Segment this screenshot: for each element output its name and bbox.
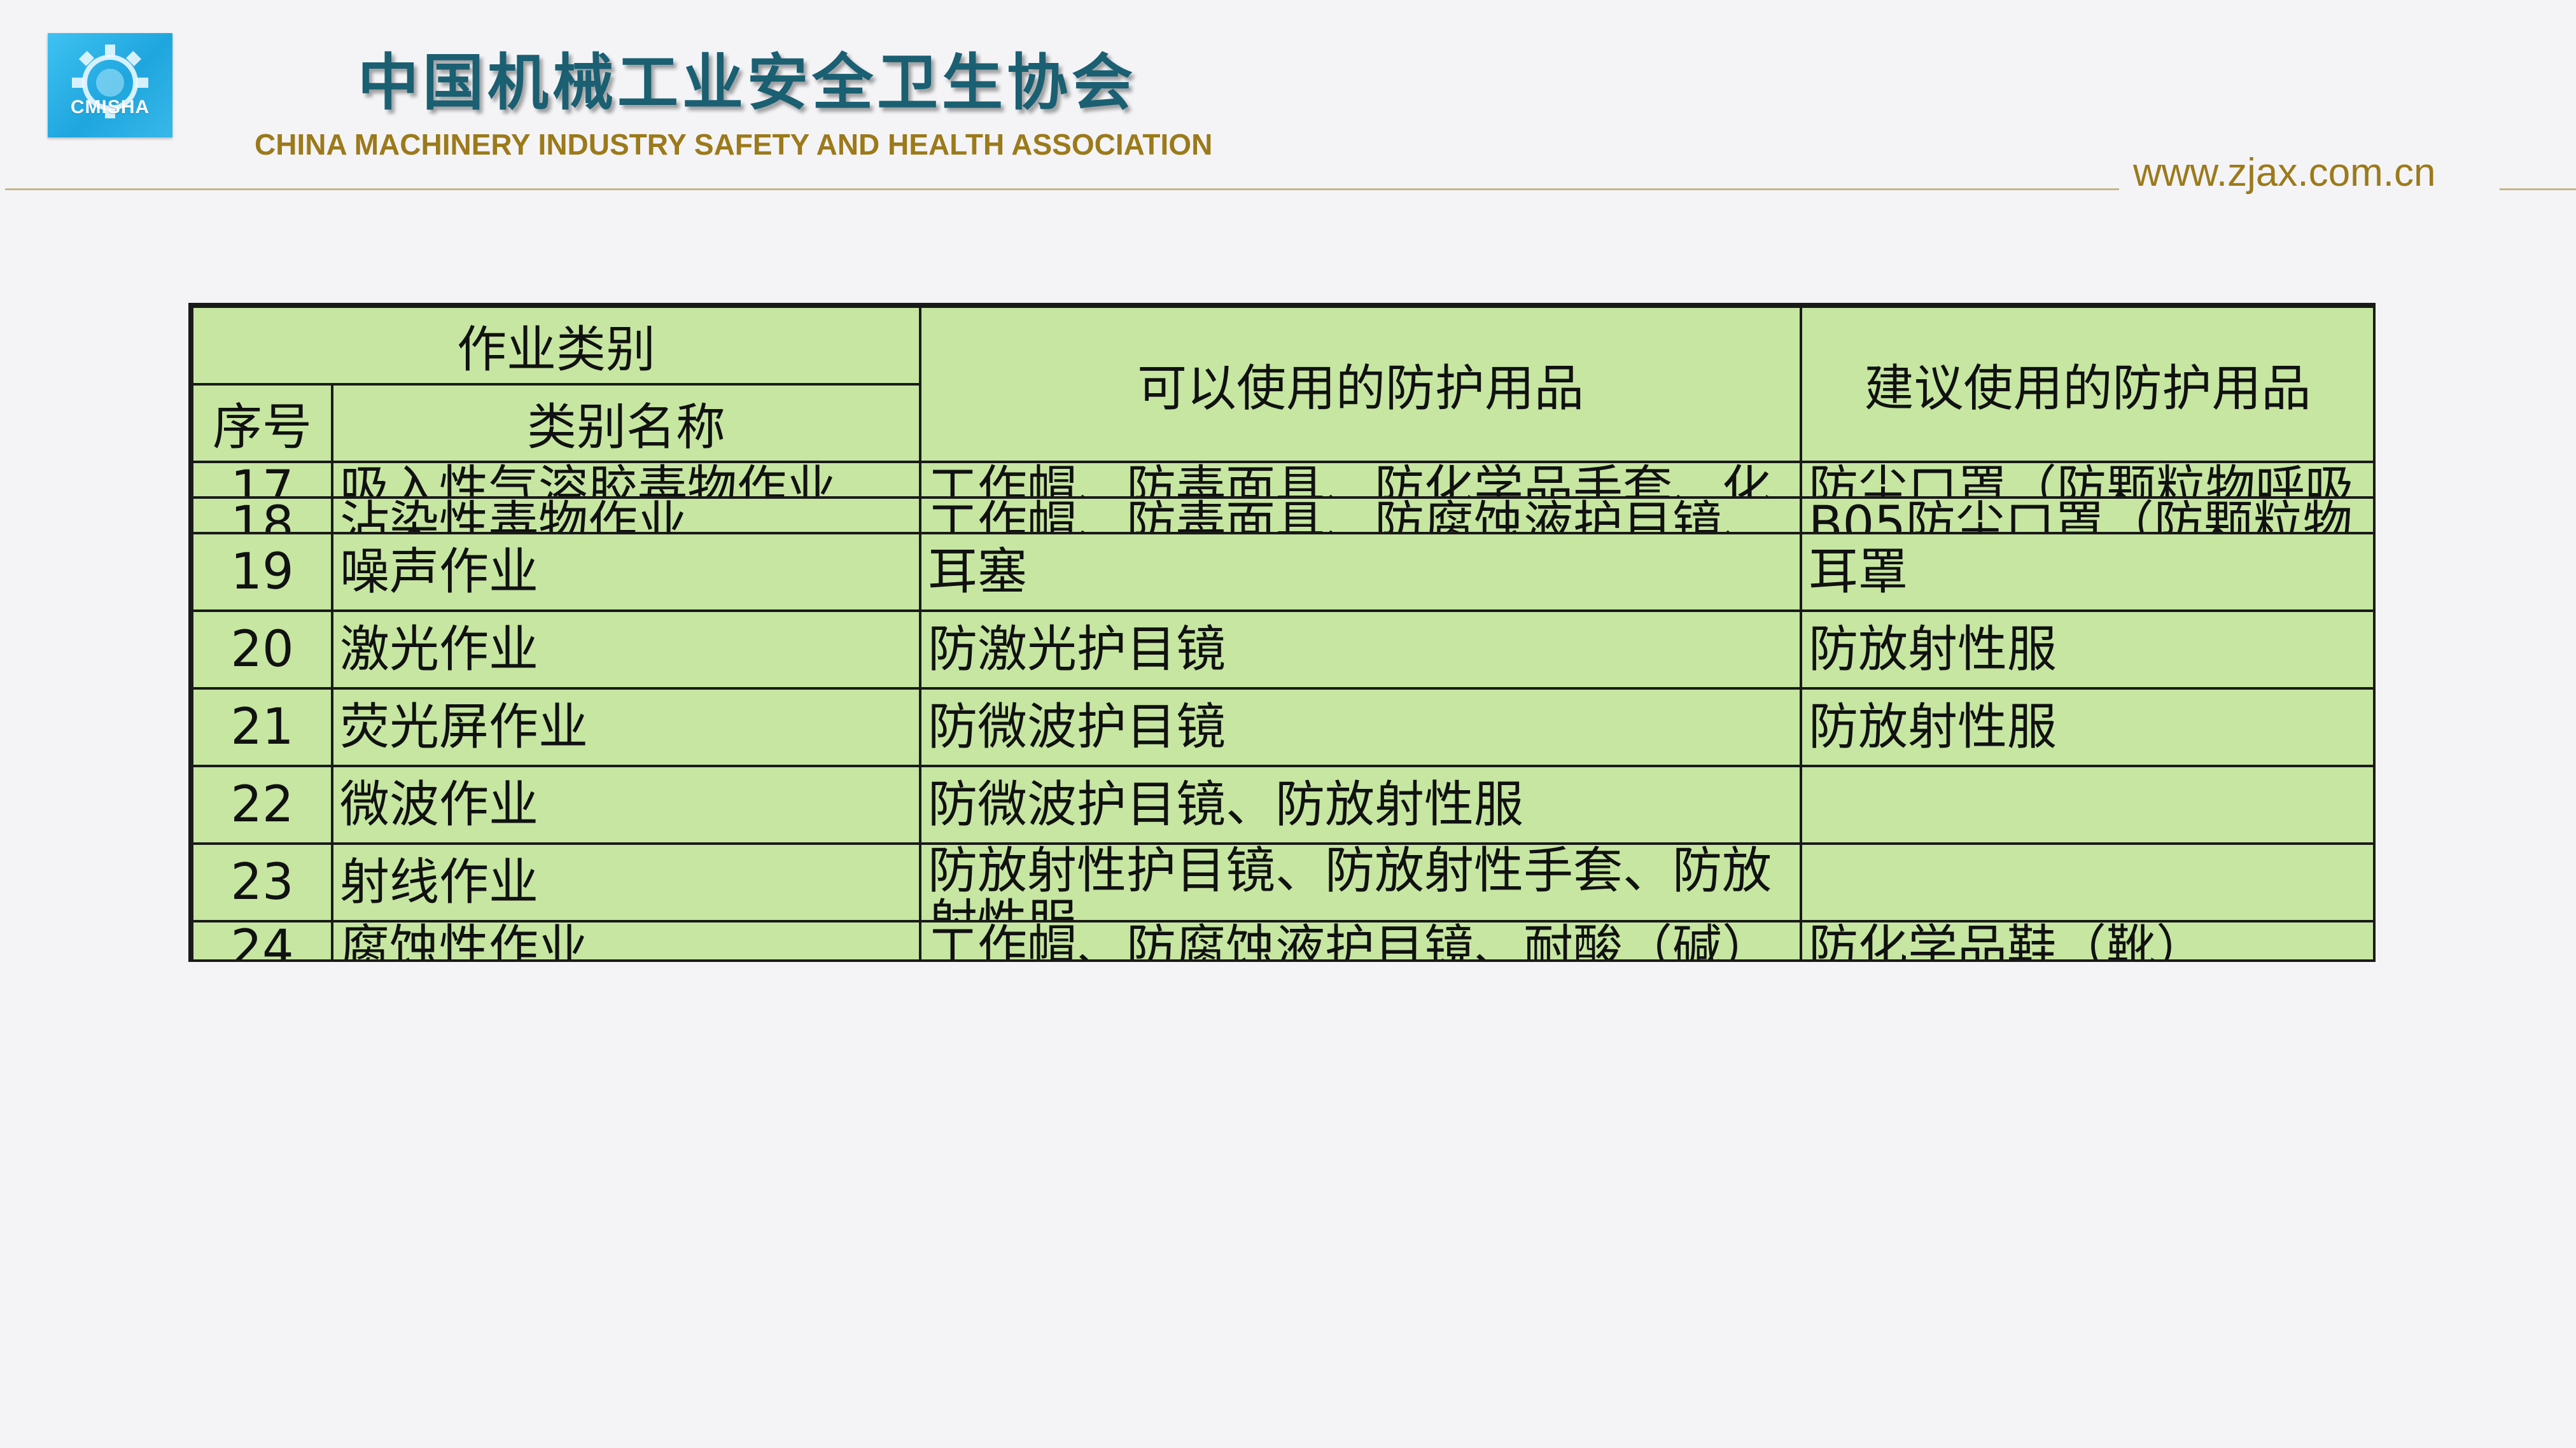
table-row: 17 吸入性气溶胶毒物作业 工作帽、防毒面具、防化学品手套、化 防尘口罩（防颗粒… — [191, 461, 2373, 499]
row-name: 射线作业 — [340, 854, 539, 911]
row-name: 腐蚀性作业 — [340, 922, 589, 961]
row-usable: 工作帽、防毒面具、防腐蚀液护目镜、 — [928, 499, 1772, 532]
row-usable: 工作帽、防毒面具、防化学品手套、化 — [928, 463, 1772, 496]
row-suggested: 防尘口罩（防颗粒物呼吸 — [1809, 463, 2355, 496]
row-name: 荧光屏作业 — [340, 699, 589, 756]
row-no: 18 — [230, 499, 294, 532]
table-row: 23 射线作业 防放射性护目镜、防放射性手套、防放射性服 — [191, 842, 2373, 922]
header-divider — [5, 188, 2119, 190]
row-no: 22 — [230, 776, 294, 833]
row-suggested — [1803, 846, 2372, 919]
row-suggested: 防化学品鞋（靴） — [1809, 922, 2206, 961]
row-usable: 防微波护目镜、防放射性服 — [928, 776, 1524, 833]
row-usable: 工作帽、防腐蚀液护目镜、耐酸（碱） — [928, 922, 1772, 961]
table-row: 24 腐蚀性作业 工作帽、防腐蚀液护目镜、耐酸（碱） 防化学品鞋（靴） — [191, 920, 2373, 961]
table-row: 19 噪声作业 耳塞 耳罩 — [191, 532, 2373, 612]
row-usable: 防激光护目镜 — [928, 621, 1226, 678]
table-row: 21 荧光屏作业 防微波护目镜 防放射性服 — [191, 687, 2373, 767]
ppe-table-container: 作业类别 可以使用的防护用品 建议使用的防护用品 序号 类别名称 17 吸入性气… — [188, 303, 2376, 962]
row-name: 吸入性气溶胶毒物作业 — [340, 463, 837, 496]
header-category-name: 类别名称 — [330, 383, 922, 463]
ppe-table: 作业类别 可以使用的防护用品 建议使用的防护用品 序号 类别名称 17 吸入性气… — [191, 305, 2373, 961]
row-no: 17 — [230, 463, 294, 496]
row-suggested: 防放射性服 — [1809, 621, 2057, 678]
header-seq: 序号 — [191, 383, 333, 463]
row-no: 23 — [230, 854, 294, 911]
header-divider-right — [2500, 188, 2576, 190]
row-usable: 防放射性护目镜、防放射性手套、防放射性服 — [928, 845, 1772, 919]
table-row: 20 激光作业 防激光护目镜 防放射性服 — [191, 609, 2373, 690]
row-name: 微波作业 — [340, 776, 539, 833]
row-suggested: 耳罩 — [1809, 543, 1908, 601]
association-title-en: CHINA MACHINERY INDUSTRY SAFETY AND HEAL… — [255, 128, 1213, 161]
table-row: 22 微波作业 防微波护目镜、防放射性服 — [191, 765, 2373, 845]
row-no: 20 — [230, 621, 294, 678]
row-suggested: 防放射性服 — [1809, 699, 2057, 756]
header-suggested: 建议使用的防护用品 — [1800, 305, 2373, 463]
row-no: 24 — [230, 922, 294, 961]
row-suggested: B05防尘口罩（防颗粒物 — [1809, 499, 2353, 532]
website-link[interactable]: www.zjax.com.cn — [2133, 150, 2435, 195]
cmisha-logo: CMISHA — [48, 33, 172, 137]
row-name: 激光作业 — [340, 621, 539, 678]
row-name: 沾染性毒物作业 — [340, 499, 688, 532]
row-usable: 防微波护目镜 — [928, 699, 1226, 756]
row-name: 噪声作业 — [340, 543, 539, 601]
row-no: 19 — [230, 543, 294, 601]
header-usable: 可以使用的防护用品 — [919, 305, 1803, 463]
header-category-group: 作业类别 — [191, 305, 922, 386]
row-suggested — [1803, 769, 2372, 841]
table-row: 18 沾染性毒物作业 工作帽、防毒面具、防腐蚀液护目镜、 B05防尘口罩（防颗粒… — [191, 496, 2373, 534]
gear-icon — [72, 45, 148, 118]
table-header-row: 作业类别 可以使用的防护用品 建议使用的防护用品 — [191, 305, 2373, 463]
logo-text: CMISHA — [70, 97, 150, 118]
association-title-cn: 中国机械工业安全卫生协会 — [358, 47, 1137, 118]
row-no: 21 — [230, 699, 294, 756]
row-usable: 耳塞 — [928, 543, 1028, 601]
